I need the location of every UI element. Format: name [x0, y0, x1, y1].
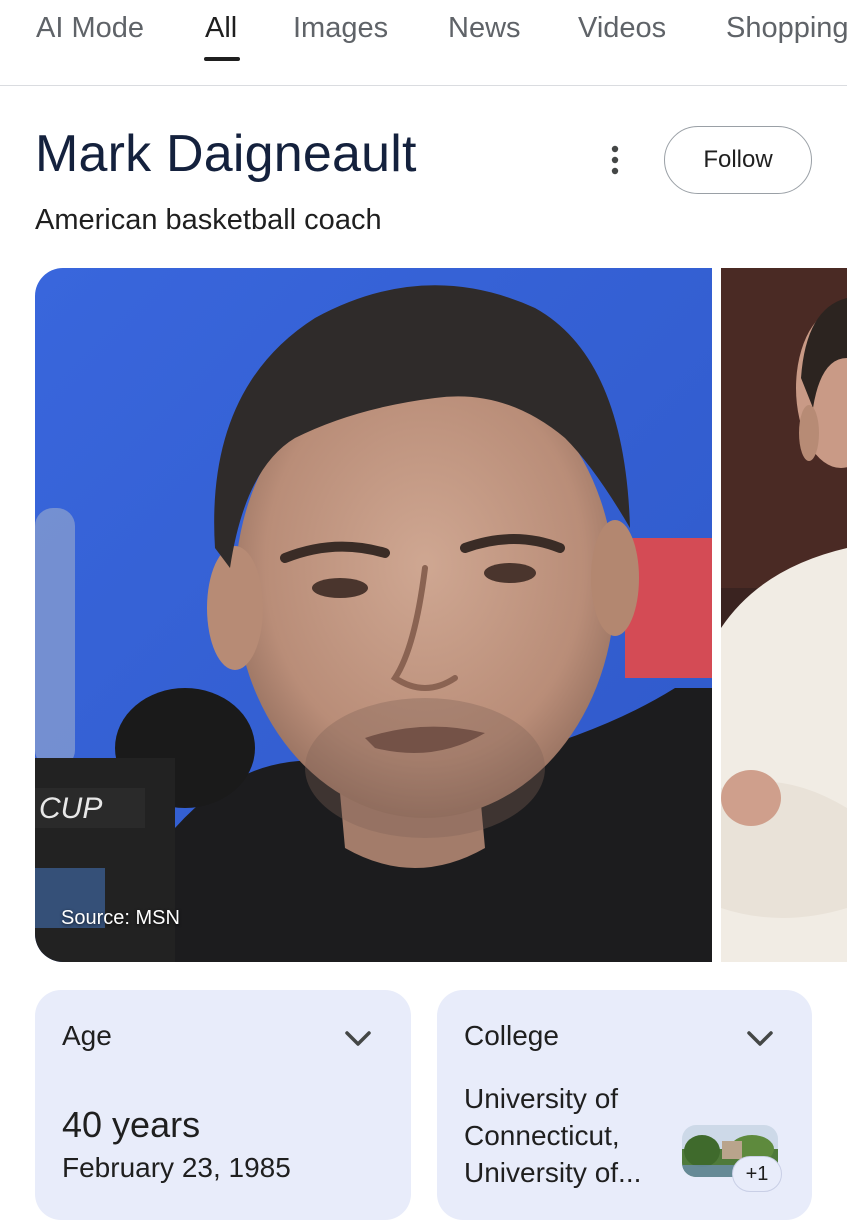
age-value: 40 years: [62, 1104, 201, 1145]
mic-flag-text: CUP: [39, 792, 102, 825]
college-list: University of Connecticut, University of…: [464, 1080, 679, 1191]
coach-portrait-image: CUP: [35, 268, 712, 962]
tab-shopping[interactable]: Shopping: [726, 12, 847, 45]
college-card[interactable]: College University of Connecticut, Unive…: [437, 990, 812, 1220]
more-vert-icon: [611, 145, 619, 175]
date-of-birth: February 23, 1985: [62, 1152, 291, 1183]
tab-news[interactable]: News: [448, 12, 521, 45]
tab-videos[interactable]: Videos: [578, 12, 666, 45]
tab-all[interactable]: All: [205, 12, 237, 45]
age-card-label: Age: [62, 1020, 112, 1051]
secondary-photo[interactable]: [721, 268, 847, 962]
search-tab-bar: AI Mode All Images News Videos Shopping: [0, 0, 847, 86]
follow-button[interactable]: Follow: [664, 126, 812, 194]
active-tab-indicator: [204, 57, 240, 61]
tab-images[interactable]: Images: [293, 12, 388, 45]
more-options-button[interactable]: [596, 140, 634, 180]
more-colleges-badge[interactable]: +1: [732, 1156, 782, 1192]
chevron-down-icon: [345, 1031, 371, 1046]
coach-secondary-image: [721, 268, 847, 962]
main-photo[interactable]: CUP Source: MSN: [35, 268, 712, 962]
college-line: Connecticut,: [464, 1120, 620, 1151]
entity-description: American basketball coach: [35, 204, 382, 236]
tab-ai-mode[interactable]: AI Mode: [36, 12, 144, 45]
college-line: University of: [464, 1083, 619, 1114]
age-card[interactable]: Age 40 years February 23, 1985: [35, 990, 411, 1220]
college-line: University of...: [464, 1157, 642, 1188]
image-source-label: Source: MSN: [61, 907, 180, 929]
college-card-label: College: [464, 1020, 559, 1051]
entity-title: Mark Daigneault: [35, 125, 417, 183]
chevron-down-icon: [747, 1031, 773, 1046]
